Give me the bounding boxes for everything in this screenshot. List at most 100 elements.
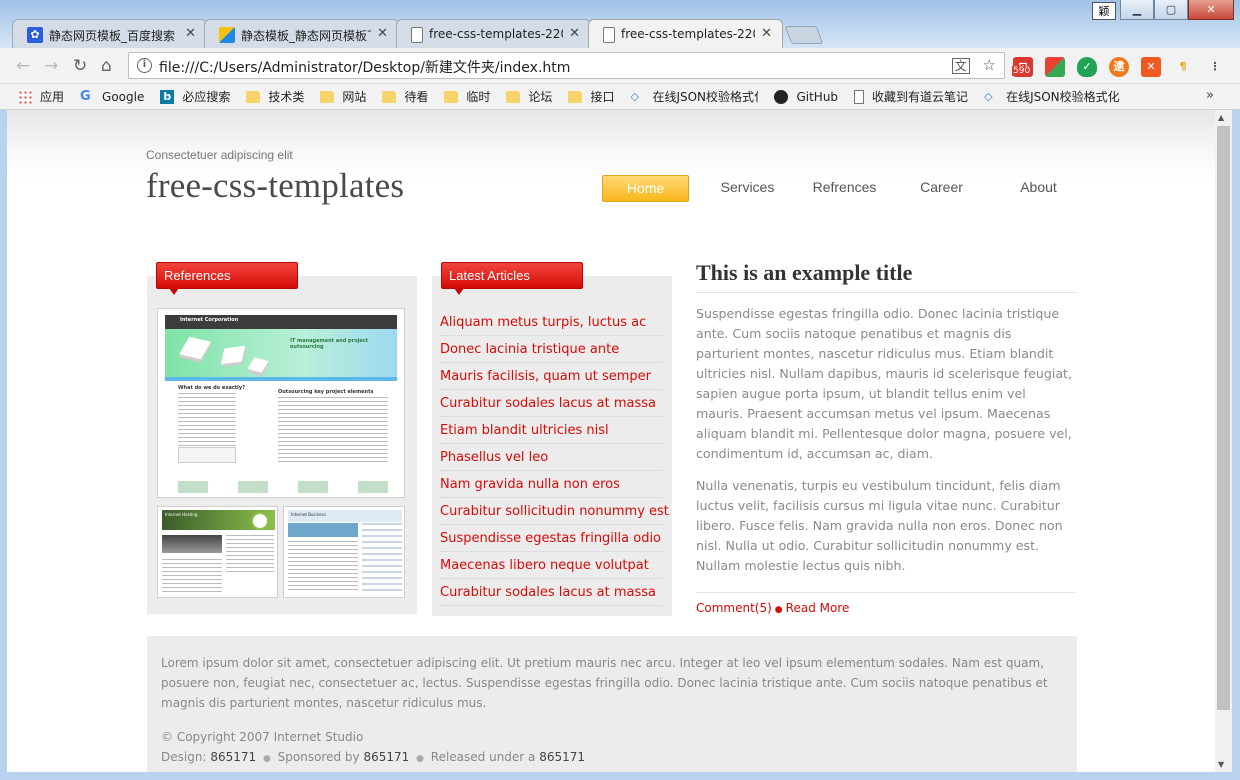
browser-tab[interactable]: 静态模板_静态网页模板下 ✕	[204, 19, 399, 48]
browser-tab-active[interactable]: free-css-templates-220 ✕	[588, 19, 783, 48]
folder-icon	[506, 90, 521, 103]
omnibox-actions: 文 ☆	[951, 56, 996, 74]
page-icon	[854, 89, 865, 104]
sponsored-link[interactable]: 865171	[363, 750, 409, 764]
released-link[interactable]: 865171	[539, 750, 585, 764]
scrollbar-thumb[interactable]	[1217, 126, 1230, 710]
bookmark-label: 论坛	[528, 90, 553, 104]
references-heading: References	[156, 262, 298, 295]
bookmarks-overflow-icon[interactable]: »	[1206, 88, 1214, 103]
star-bookmark-icon[interactable]: ☆	[983, 56, 996, 74]
main-post: This is an example title Suspendisse ege…	[696, 260, 1076, 615]
bookmark-folder[interactable]: 论坛	[506, 88, 552, 105]
bookmark-item[interactable]: G Google	[80, 88, 145, 104]
latest-articles-panel: Latest Articles Aliquam metus turpis, lu…	[432, 262, 672, 616]
reference-thumbnail-business[interactable]: Internet Business	[283, 506, 405, 598]
article-link[interactable]: Etiam blandit ultricies nisl	[440, 417, 662, 444]
bookmark-label: 在线JSON校验格式化	[652, 90, 759, 104]
cube-shape	[247, 357, 269, 373]
bookmark-label: Google	[102, 89, 145, 104]
back-arrow-icon[interactable]: ←	[16, 56, 30, 76]
minimize-button[interactable]: ▁	[1120, 0, 1154, 20]
info-icon[interactable]: i	[137, 58, 152, 73]
released-label: Released under a	[430, 750, 536, 764]
menu-refrences[interactable]: Refrences	[796, 175, 893, 202]
bookmark-item[interactable]: GitHub	[774, 89, 838, 104]
bookmark-item[interactable]: 收藏到有道云笔记	[854, 88, 968, 105]
article-link[interactable]: Curabitur sodales lacus at massa	[440, 390, 662, 417]
comments-link[interactable]: Comment(5)	[696, 601, 772, 615]
bookmark-folder[interactable]: 技术类	[246, 88, 304, 105]
bookmark-item[interactable]: b 必应搜索	[160, 88, 230, 105]
extension-badge-count: 590	[1012, 66, 1032, 76]
tools-icon[interactable]: ✕	[1141, 57, 1161, 77]
article-link[interactable]: Mauris facilisis, quam ut semper	[440, 363, 662, 390]
design-link[interactable]: 865171	[210, 750, 256, 764]
post-title: This is an example title	[696, 260, 1076, 293]
article-link[interactable]: Aliquam metus turpis, luctus ac	[440, 309, 662, 336]
translate-icon[interactable]: 文	[951, 58, 970, 74]
vertical-scrollbar[interactable]: ▲ ▼	[1215, 110, 1232, 772]
code-diamond-icon: ◇	[630, 89, 639, 103]
reload-icon[interactable]: ↻	[73, 56, 87, 76]
forward-arrow-icon[interactable]: →	[44, 56, 58, 76]
bookmark-folder[interactable]: 接口	[568, 88, 614, 105]
browser-titlebar: 颖 ▁ ▢ ✕ ✿ 静态网页模板_百度搜索 ✕ 静态模板_静态网页模板下 ✕ f…	[0, 0, 1240, 48]
address-bar[interactable]: i file:///C:/Users/Administrator/Desktop…	[128, 52, 1005, 79]
tab-title: free-css-templates-220	[621, 27, 756, 41]
menu-home[interactable]: Home	[602, 175, 689, 202]
article-link[interactable]: Nam gravida nulla non eros	[440, 471, 662, 498]
extension-orange-icon[interactable]: 逮	[1109, 57, 1129, 77]
site-logo[interactable]: free-css-templates	[146, 166, 404, 206]
folder-icon	[568, 90, 583, 103]
menu-about[interactable]: About	[990, 175, 1087, 202]
new-tab-button[interactable]	[784, 26, 824, 44]
bookmark-label: 临时	[466, 90, 491, 104]
menu-services[interactable]: Services	[699, 175, 796, 202]
maximize-button[interactable]: ▢	[1154, 0, 1188, 20]
home-icon[interactable]: ⌂	[101, 56, 112, 76]
extension-colorful-icon[interactable]	[1045, 57, 1065, 77]
bookmark-item[interactable]: ◇ 在线JSON校验格式化	[630, 88, 758, 105]
browser-tab[interactable]: ✿ 静态网页模板_百度搜索 ✕	[12, 19, 207, 48]
google-g-icon: G	[80, 88, 91, 104]
article-link[interactable]: Donec lacinia tristique ante	[440, 336, 662, 363]
site-tagline: Consectetuer adipiscing elit	[146, 148, 293, 162]
folder-icon	[444, 90, 459, 103]
article-link[interactable]: Curabitur sodales lacus at massa	[440, 579, 662, 606]
design-label: Design:	[161, 750, 207, 764]
separator-dot: ●	[416, 754, 424, 764]
bookmark-label: 收藏到有道云笔记	[872, 90, 969, 104]
tab-close-icon[interactable]: ✕	[377, 27, 388, 41]
article-link[interactable]: Maecenas libero neque volutpat	[440, 552, 662, 579]
bookmark-folder[interactable]: 待看	[382, 88, 428, 105]
bookmark-folder[interactable]: 网站	[320, 88, 366, 105]
tab-close-icon[interactable]: ✕	[569, 27, 580, 41]
close-window-button[interactable]: ✕	[1188, 0, 1234, 20]
ime-indicator[interactable]: 颖	[1092, 2, 1116, 20]
paragraph-icon[interactable]: ¶	[1173, 57, 1193, 77]
reference-thumbnail-hosting[interactable]: Internet Hosting	[157, 506, 278, 598]
article-link[interactable]: Suspendisse egestas fringilla odio	[440, 525, 662, 552]
folder-icon	[382, 90, 397, 103]
bookmark-item[interactable]: 应用	[18, 88, 64, 105]
tab-close-icon[interactable]: ✕	[761, 27, 772, 41]
browser-tab[interactable]: free-css-templates-220 ✕	[396, 19, 591, 48]
footer-text: Lorem ipsum dolor sit amet, consectetuer…	[161, 656, 1048, 710]
scroll-up-arrow-icon[interactable]: ▲	[1218, 113, 1224, 122]
article-link[interactable]: Phasellus vel leo	[440, 444, 662, 471]
shield-icon[interactable]: ✓	[1077, 57, 1097, 77]
menu-dots-icon[interactable]: ⋮	[1205, 57, 1225, 77]
bookmark-item[interactable]: ◇ 在线JSON校验格式化	[984, 88, 1120, 105]
thumb-text-block	[288, 541, 358, 591]
scroll-down-arrow-icon[interactable]: ▼	[1218, 760, 1224, 769]
thumb-footer	[178, 481, 388, 493]
read-more-link[interactable]: Read More	[786, 601, 850, 615]
bookmark-folder[interactable]: 临时	[444, 88, 490, 105]
bookmark-label: 应用	[40, 90, 65, 104]
thumb-question: What do we do exactly?	[178, 385, 246, 391]
menu-career[interactable]: Career	[893, 175, 990, 202]
article-link[interactable]: Curabitur sollicitudin nonummy est	[440, 498, 669, 525]
reference-thumbnail-main[interactable]: Internet Corporation IT management and p…	[157, 308, 405, 498]
tab-close-icon[interactable]: ✕	[185, 27, 196, 41]
